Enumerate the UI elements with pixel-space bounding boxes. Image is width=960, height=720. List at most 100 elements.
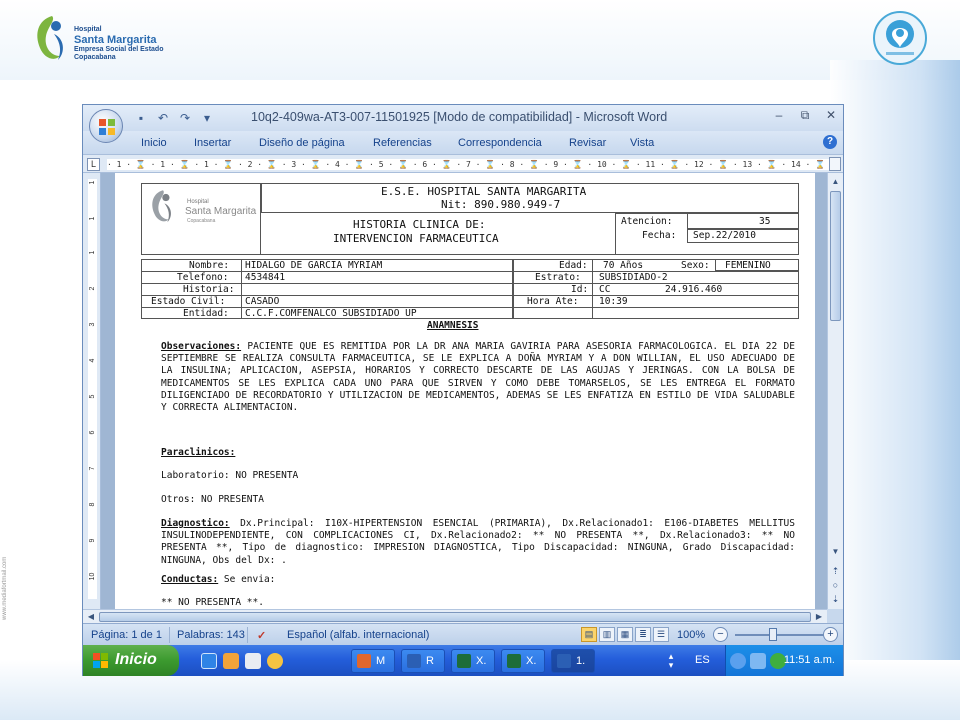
- ruler-scale[interactable]: · 1 · ⌛ · 1 · ⌛ · 1 · ⌛ · 2 · ⌛ · 3 · ⌛ …: [107, 159, 829, 170]
- vruler-mark: 7: [89, 466, 96, 471]
- outline-view-icon[interactable]: ≣: [635, 627, 651, 642]
- close-button[interactable]: ✕: [823, 108, 839, 123]
- zoom-in-button[interactable]: +: [823, 627, 838, 642]
- zoom-out-button[interactable]: −: [713, 627, 728, 642]
- tab-inicio[interactable]: Inicio: [141, 137, 167, 149]
- previous-page-icon[interactable]: ⇡: [829, 565, 842, 577]
- vruler-mark: 1: [89, 250, 96, 255]
- id-label: Id:: [571, 284, 589, 295]
- page-count[interactable]: Página: 1 de 1: [91, 629, 162, 641]
- tab-referencias[interactable]: Referencias: [373, 137, 432, 149]
- nombre-value: HIDALGO DE GARCIA MYRIAM: [245, 260, 383, 271]
- estrato-value: SUBSIDIADO-2: [599, 272, 668, 283]
- entidad-label: Entidad:: [183, 308, 229, 319]
- anamnesis-heading: ANAMNESIS: [427, 320, 479, 331]
- taskbar-button-x1[interactable]: X.: [451, 649, 495, 673]
- vruler-mark: 2: [89, 286, 96, 291]
- tab-insertar[interactable]: Insertar: [194, 137, 231, 149]
- view-buttons: ▤ ▥ ▦ ≣ ☰: [581, 627, 669, 642]
- full-screen-reading-view-icon[interactable]: ▥: [599, 627, 615, 642]
- undo-icon[interactable]: ↶: [155, 111, 171, 125]
- doc-logo-line: Hospital: [187, 199, 209, 205]
- taskbar-button-label: X.: [476, 655, 487, 667]
- internet-explorer-icon[interactable]: [201, 653, 217, 669]
- word-window: ▪ ↶ ↷ ▾ 10q2-409wa-AT3-007-11501925 [Mod…: [82, 104, 844, 676]
- window-title: 10q2-409wa-AT3-007-11501925 [Modo de com…: [251, 110, 668, 124]
- vertical-scrollbar[interactable]: ▲ ▼ ⇡ ○ ⇣: [827, 173, 843, 609]
- zoom-slider-track[interactable]: [735, 634, 827, 636]
- taskbar-button-x2[interactable]: X.: [501, 649, 545, 673]
- observaciones-paragraph: Observaciones: PACIENTE QUE ES REMITIDA …: [161, 341, 795, 414]
- zoom-slider-thumb[interactable]: [769, 628, 777, 641]
- tab-diseno-pagina[interactable]: Diseño de página: [259, 137, 345, 149]
- start-button[interactable]: Inicio: [83, 645, 179, 676]
- vruler-mark: 4: [89, 358, 96, 363]
- paraclinicos-label: Paraclinicos:: [161, 447, 236, 458]
- minimize-button[interactable]: –: [771, 108, 787, 123]
- scroll-left-icon[interactable]: ◀: [85, 611, 97, 623]
- view-ruler-icon[interactable]: [829, 157, 841, 171]
- spelling-check-icon[interactable]: ✓: [257, 629, 266, 642]
- save-icon[interactable]: ▪: [133, 111, 149, 125]
- word-icon: [407, 654, 421, 668]
- horizontal-scroll-thumb[interactable]: [99, 612, 811, 622]
- side-watermark-url: www.mediafortmail.com: [2, 556, 8, 620]
- taskbar-button-1[interactable]: 1.: [551, 649, 595, 673]
- tab-selector[interactable]: L: [87, 158, 100, 171]
- document-area: Hospital Santa Margarita Copacabana E.S.…: [101, 173, 827, 609]
- scroll-up-icon[interactable]: ▲: [829, 175, 842, 189]
- web-layout-view-icon[interactable]: ▦: [617, 627, 633, 642]
- customize-toolbar-icon[interactable]: ▾: [199, 111, 215, 125]
- tab-revisar[interactable]: Revisar: [569, 137, 606, 149]
- print-layout-view-icon[interactable]: ▤: [581, 627, 597, 642]
- taskbar-scroll-icon[interactable]: ▴ ▾: [665, 652, 677, 670]
- slide-right-decoration: [830, 60, 960, 720]
- hora-value: 10:39: [599, 296, 628, 307]
- taskbar-button-r[interactable]: R: [401, 649, 445, 673]
- restore-button[interactable]: ⧉: [797, 108, 813, 123]
- word-count[interactable]: Palabras: 143: [177, 629, 245, 641]
- zoom-level[interactable]: 100%: [677, 629, 705, 641]
- network-icon[interactable]: [750, 653, 766, 669]
- historia-label: Historia:: [183, 284, 235, 295]
- draft-view-icon[interactable]: ☰: [653, 627, 669, 642]
- hospital-logo: Hospital Santa Margarita Empresa Social …: [30, 12, 190, 66]
- clock[interactable]: 11:51 a.m.: [784, 654, 835, 666]
- hospital-logo-mark-icon: [37, 16, 63, 60]
- media-icon[interactable]: [245, 653, 261, 669]
- show-hidden-icons-icon[interactable]: [730, 653, 746, 669]
- browse-object-icon[interactable]: ○: [829, 579, 842, 591]
- language-bar[interactable]: ES: [695, 654, 710, 666]
- estado-civil-label: Estado Civil:: [151, 296, 226, 307]
- header-attention-value-cell: [687, 213, 799, 229]
- vruler-mark: 1: [89, 216, 96, 221]
- messenger-icon[interactable]: [223, 653, 239, 669]
- header-title-line2: INTERVENCION FARMACEUTICA: [333, 232, 499, 245]
- office-button[interactable]: [89, 109, 123, 143]
- taskbar-button-m[interactable]: M: [351, 649, 395, 673]
- vertical-ruler-scale[interactable]: 1 1 1 2 3 4 5 6 7 8 9 10: [88, 179, 97, 599]
- application-icon: [457, 654, 471, 668]
- laboratorio-line: Laboratorio: NO PRESENTA: [161, 470, 299, 481]
- document-page[interactable]: Hospital Santa Margarita Copacabana E.S.…: [115, 173, 815, 609]
- redo-icon[interactable]: ↷: [177, 111, 193, 125]
- vruler-mark: 5: [89, 394, 96, 399]
- next-page-icon[interactable]: ⇣: [829, 593, 842, 605]
- taskbar-button-label: 1.: [576, 655, 586, 667]
- scroll-down-icon[interactable]: ▼: [829, 545, 842, 559]
- estrato-label: Estrato:: [535, 272, 581, 283]
- status-bar: Página: 1 de 1 Palabras: 143 ✓ Español (…: [83, 623, 843, 645]
- scroll-right-icon[interactable]: ▶: [813, 611, 825, 623]
- tab-correspondencia[interactable]: Correspondencia: [458, 137, 542, 149]
- scroll-thumb[interactable]: [830, 191, 841, 321]
- tab-vista[interactable]: Vista: [630, 137, 654, 149]
- ribbon-tabs: Inicio Insertar Diseño de página Referen…: [83, 131, 843, 155]
- hora-label: Hora Ate:: [527, 296, 579, 307]
- entidad-value: C.C.F.COMFENALCO SUBSIDIADO UP: [245, 308, 417, 319]
- language-indicator[interactable]: Español (alfab. internacional): [287, 629, 429, 641]
- help-icon[interactable]: ?: [823, 135, 837, 149]
- vertical-ruler: 1 1 1 2 3 4 5 6 7 8 9 10: [83, 173, 101, 609]
- horizontal-scrollbar[interactable]: ◀ ▶: [83, 609, 827, 623]
- media-player-icon[interactable]: [267, 653, 283, 669]
- vruler-mark: 8: [89, 502, 96, 507]
